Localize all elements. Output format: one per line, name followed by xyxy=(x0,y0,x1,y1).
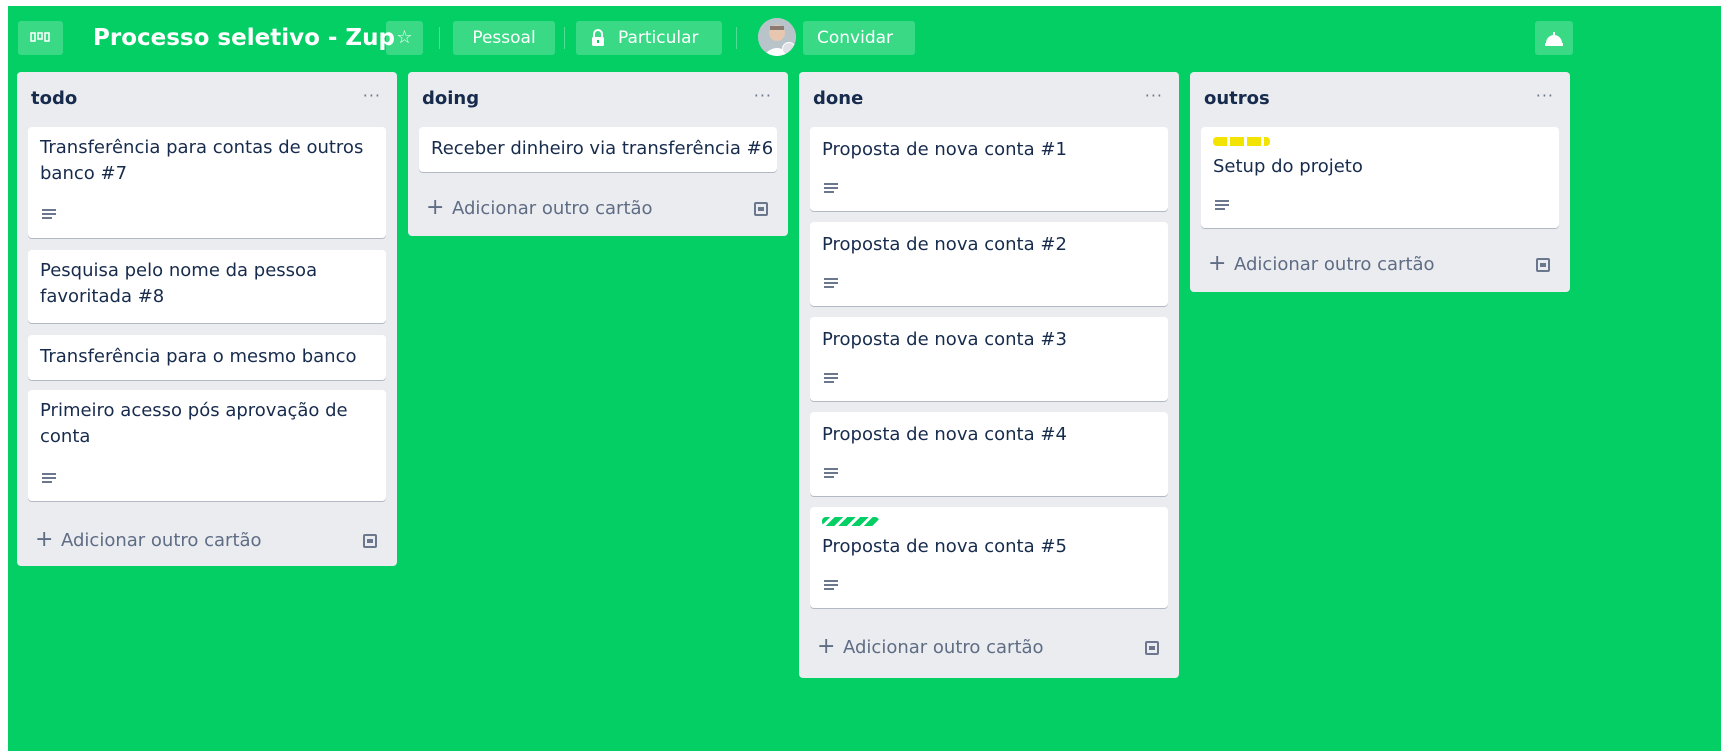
card[interactable]: Pesquisa pelo nome da pessoa favoritada … xyxy=(28,250,386,323)
card-label[interactable] xyxy=(822,517,879,526)
card[interactable]: Receber dinheiro via transferência #6 xyxy=(419,127,777,172)
card[interactable]: Setup do projeto xyxy=(1201,127,1559,228)
card-title: Proposta de nova conta #1 xyxy=(822,139,1067,160)
add-card-label: Adicionar outro cartão xyxy=(1234,254,1435,275)
list-title[interactable]: done xyxy=(813,88,863,109)
plus-icon: + xyxy=(1208,251,1227,276)
invite-button[interactable]: Convidar xyxy=(803,21,915,55)
description-icon xyxy=(42,209,56,219)
add-card-button[interactable]: + Adicionar outro cartão xyxy=(408,186,788,230)
list-header: outros ··· xyxy=(1190,72,1570,127)
list-header: done ··· xyxy=(799,72,1179,127)
card-template-icon[interactable] xyxy=(1536,258,1550,272)
card[interactable]: Transferência para contas de outros banc… xyxy=(28,127,386,238)
list-title[interactable]: outros xyxy=(1204,88,1270,109)
card-title: Receber dinheiro via transferência #6 xyxy=(431,138,774,159)
board: Processo seletivo - Zup ☆ Pessoal Partic… xyxy=(8,6,1721,751)
card-title: Primeiro acesso pós aprovação de conta xyxy=(40,400,348,447)
description-icon xyxy=(824,580,838,590)
card-title: Setup do projeto xyxy=(1213,156,1363,177)
card[interactable]: Proposta de nova conta #4 xyxy=(810,412,1168,496)
star-button[interactable]: ☆ xyxy=(386,21,423,55)
card-title: Transferência para contas de outros banc… xyxy=(40,137,364,184)
list-doing: doing ··· Receber dinheiro via transferê… xyxy=(408,72,788,236)
board-title[interactable]: Processo seletivo - Zup xyxy=(93,20,395,56)
card[interactable]: Proposta de nova conta #1 xyxy=(810,127,1168,211)
card-title: Proposta de nova conta #3 xyxy=(822,329,1067,350)
card[interactable]: Transferência para o mesmo banco xyxy=(28,335,386,380)
card-template-icon[interactable] xyxy=(754,202,768,216)
card[interactable]: Proposta de nova conta #5 xyxy=(810,507,1168,608)
description-icon xyxy=(824,468,838,478)
list-menu-button[interactable]: ··· xyxy=(1145,86,1163,105)
invite-label: Convidar xyxy=(817,28,894,48)
list-title[interactable]: todo xyxy=(31,88,77,109)
list-outros: outros ··· Setup do projeto + Adicionar … xyxy=(1190,72,1570,292)
header-divider xyxy=(564,27,565,49)
star-icon: ☆ xyxy=(396,27,413,48)
card-template-icon[interactable] xyxy=(363,534,377,548)
list-header: doing ··· xyxy=(408,72,788,127)
plus-icon: + xyxy=(426,195,445,220)
description-icon xyxy=(824,183,838,193)
card-template-icon[interactable] xyxy=(1145,641,1159,655)
board-menu-button[interactable] xyxy=(18,21,63,55)
add-card-label: Adicionar outro cartão xyxy=(843,637,1044,658)
add-card-label: Adicionar outro cartão xyxy=(452,198,653,219)
header-divider xyxy=(439,27,440,49)
admin-badge-icon xyxy=(782,42,796,56)
board-icon xyxy=(30,32,50,42)
card[interactable]: Proposta de nova conta #2 xyxy=(810,222,1168,306)
card[interactable]: Proposta de nova conta #3 xyxy=(810,317,1168,401)
card-title: Proposta de nova conta #5 xyxy=(822,536,1067,557)
plus-icon: + xyxy=(35,527,54,552)
list-todo: todo ··· Transferência para contas de ou… xyxy=(17,72,397,566)
member-avatar[interactable] xyxy=(758,18,796,56)
team-visibility-label: Pessoal xyxy=(472,28,536,48)
privacy-label: Particular xyxy=(618,28,699,48)
lock-icon xyxy=(592,29,604,46)
description-icon xyxy=(42,473,56,483)
description-icon xyxy=(824,373,838,383)
butler-button[interactable] xyxy=(1535,21,1573,55)
card-title: Pesquisa pelo nome da pessoa favoritada … xyxy=(40,260,318,307)
add-card-button[interactable]: + Adicionar outro cartão xyxy=(1190,242,1570,286)
add-card-label: Adicionar outro cartão xyxy=(61,530,262,551)
list-menu-button[interactable]: ··· xyxy=(754,86,772,105)
plus-icon: + xyxy=(817,634,836,659)
team-visibility-button[interactable]: Pessoal xyxy=(453,21,555,55)
header-divider xyxy=(736,27,737,49)
card[interactable]: Primeiro acesso pós aprovação de conta xyxy=(28,390,386,501)
privacy-button[interactable]: Particular xyxy=(576,21,722,55)
list-header: todo ··· xyxy=(17,72,397,127)
card-title: Proposta de nova conta #2 xyxy=(822,234,1067,255)
list-menu-button[interactable]: ··· xyxy=(1536,86,1554,105)
list-done: done ··· Proposta de nova conta #1 Propo… xyxy=(799,72,1179,678)
description-icon xyxy=(824,278,838,288)
butler-icon xyxy=(1545,32,1563,46)
add-card-button[interactable]: + Adicionar outro cartão xyxy=(17,518,397,562)
description-icon xyxy=(1215,200,1229,210)
list-title[interactable]: doing xyxy=(422,88,479,109)
list-menu-button[interactable]: ··· xyxy=(363,86,381,105)
board-header: Processo seletivo - Zup ☆ Pessoal Partic… xyxy=(8,6,1721,71)
card-label[interactable] xyxy=(1213,137,1270,146)
card-title: Proposta de nova conta #4 xyxy=(822,424,1067,445)
card-title: Transferência para o mesmo banco xyxy=(40,346,357,367)
add-card-button[interactable]: + Adicionar outro cartão xyxy=(799,625,1179,669)
